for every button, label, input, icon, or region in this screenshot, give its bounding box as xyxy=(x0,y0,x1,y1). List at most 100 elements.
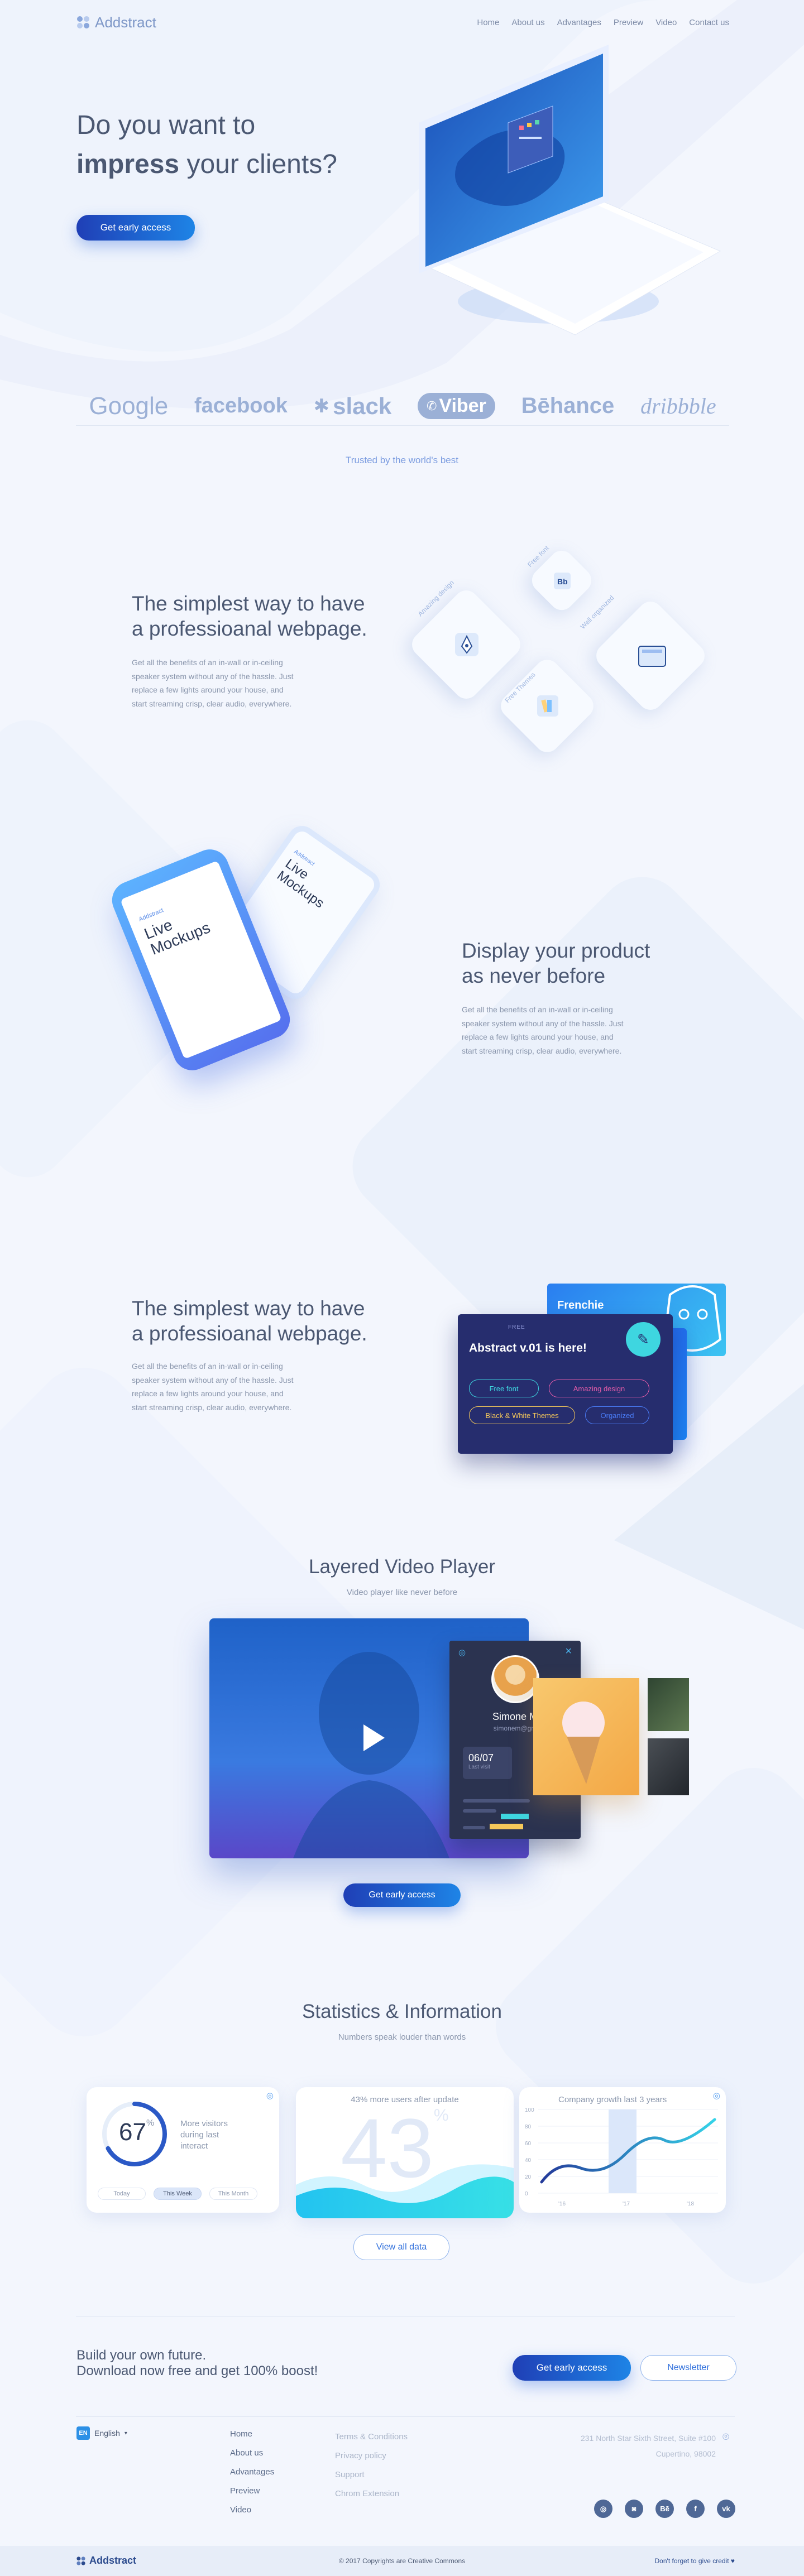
growth-chart: 100 80 60 40 20 0 '16 '17 '18 xyxy=(525,2107,718,2207)
icecream-badge-icon: ✎ xyxy=(626,1322,661,1357)
feature1-tiles: Bb Amazing design Free font Well organiz… xyxy=(391,525,737,792)
logo-slack-text: slack xyxy=(333,392,392,419)
footer-link-home[interactable]: Home xyxy=(230,2425,274,2444)
y-tick-label: 100 xyxy=(525,2107,534,2113)
gauge-label: More visitors during last interact xyxy=(180,2119,228,2151)
y-tick-label: 60 xyxy=(525,2141,532,2147)
icecream-icon xyxy=(562,1702,605,1784)
feature2-phones: Addstract Live Mockups Addstract Live Mo… xyxy=(106,815,408,1105)
cta-line2: Download now free and get 100% boost! xyxy=(76,2363,318,2378)
range-month[interactable]: This Month xyxy=(209,2188,257,2200)
date-box: 06/07 Last visit xyxy=(463,1747,512,1779)
feature2-title-line2: as never before xyxy=(462,964,606,987)
logo-viber: ✆ Viber xyxy=(417,393,495,419)
tag-organized[interactable]: Organized xyxy=(585,1406,649,1424)
nav-item-advantages[interactable]: Advantages xyxy=(557,18,601,27)
tag-amazing-design[interactable]: Amazing design xyxy=(549,1380,649,1397)
phone-back-title: Live Mockups xyxy=(274,856,327,911)
info-icon[interactable]: ◎ xyxy=(266,2090,274,2101)
nav-item-preview[interactable]: Preview xyxy=(614,18,643,27)
chevron-down-icon: ▾ xyxy=(124,2430,127,2436)
nav-item-about[interactable]: About us xyxy=(511,18,544,27)
brand-logo[interactable]: Addstract xyxy=(76,14,156,31)
nav-item-home[interactable]: Home xyxy=(477,18,499,27)
play-button[interactable] xyxy=(353,1720,389,1756)
laptop-illustration xyxy=(419,45,721,335)
dribbble-icon[interactable]: ◎ xyxy=(594,2500,612,2518)
range-week[interactable]: This Week xyxy=(154,2188,202,2200)
footer-divider xyxy=(76,2416,735,2417)
location-pin-icon: ⌾ xyxy=(722,2431,729,2443)
tag-bw-themes[interactable]: Black & White Themes xyxy=(469,1406,575,1424)
feature1-body: Get all the benefits of an in-wall or in… xyxy=(132,658,294,708)
address-line2: Cupertino, 98002 xyxy=(655,2449,716,2458)
footer-link-preview[interactable]: Preview xyxy=(230,2482,274,2501)
cta-divider xyxy=(76,2316,735,2317)
growth-card: ◎ Company growth last 3 years 100 80 60 40 2… xyxy=(519,2087,726,2213)
view-all-button[interactable]: View all data xyxy=(353,2234,449,2260)
video-title: Layered Video Player xyxy=(308,1556,496,1578)
feature3-title: The simplest way to have a professioanal… xyxy=(132,1296,367,1346)
x-tick-label: '18 xyxy=(687,2201,694,2207)
behance-icon[interactable]: Bē xyxy=(655,2500,674,2518)
header: Addstract Home About us Advantages Previ… xyxy=(76,12,729,32)
footer-links-1: Home About us Advantages Preview Video xyxy=(230,2425,274,2520)
facebook-icon[interactable]: f xyxy=(686,2500,705,2518)
users-card: 43% more users after update 43 % xyxy=(296,2087,514,2218)
range-today[interactable]: Today xyxy=(98,2188,146,2200)
hero-title: Do you want to impress your clients? xyxy=(76,106,337,184)
highlight-band xyxy=(609,2109,636,2193)
language-select[interactable]: EN English ▾ xyxy=(76,2426,127,2440)
cta-text: Build your own future. Download now free… xyxy=(76,2348,318,2379)
feature2-title-line1: Display your product xyxy=(462,939,650,962)
hero-cta-button[interactable]: Get early access xyxy=(76,215,195,241)
logo-facebook: facebook xyxy=(194,394,288,417)
footer-link-terms[interactable]: Terms & Conditions xyxy=(335,2428,408,2447)
feature1-title: The simplest way to have a professioanal… xyxy=(132,591,367,641)
thumb-plant xyxy=(648,1678,689,1731)
stats-subtitle: Numbers speak louder than words xyxy=(338,2032,466,2042)
users-unit: % xyxy=(433,2106,449,2125)
text-lines xyxy=(463,1799,547,1832)
footer-link-about[interactable]: About us xyxy=(230,2444,274,2463)
bottom-bar: Addstract © 2017 Copyrights are Creative… xyxy=(0,2546,804,2576)
gauge-number: 67 xyxy=(119,2118,146,2146)
font-icon: Bb xyxy=(554,573,571,589)
language-badge: EN xyxy=(76,2426,90,2440)
brand-name: Addstract xyxy=(95,13,156,31)
address-line1: 231 North Star Sixth Street, Suite #100 xyxy=(580,2434,716,2443)
video-cta-button[interactable]: Get early access xyxy=(343,1883,461,1907)
release-card: FREE Abstract v.01 is here! ✎ Free font … xyxy=(458,1314,673,1454)
feature3-body: Get all the benefits of an in-wall or in… xyxy=(132,1362,294,1412)
gauge-unit: % xyxy=(146,2118,155,2128)
feature2-title: Display your product as never before xyxy=(462,938,650,988)
info-icon[interactable]: ◎ xyxy=(458,1647,466,1657)
language-label: English xyxy=(94,2429,120,2438)
hero-line1: Do you want to xyxy=(76,110,256,140)
play-icon xyxy=(363,1724,385,1751)
avatar xyxy=(491,1655,539,1703)
feature2-body: Get all the benefits of an in-wall or in… xyxy=(462,1005,624,1055)
tile-label-organized: Well organized xyxy=(578,594,616,631)
footer-link-support[interactable]: Support xyxy=(335,2466,408,2484)
logo-slack: ✱ slack xyxy=(314,393,392,420)
tag-free-font[interactable]: Free font xyxy=(469,1380,539,1397)
newsletter-button[interactable]: Newsletter xyxy=(640,2355,736,2381)
footer-link-privacy[interactable]: Privacy policy xyxy=(335,2447,408,2466)
cta-primary-button[interactable]: Get early access xyxy=(513,2355,631,2381)
range-tabs: Today This Week This Month xyxy=(98,2188,257,2200)
footer-link-video[interactable]: Video xyxy=(230,2501,274,2520)
thumb-room xyxy=(648,1738,689,1795)
footer-link-extension[interactable]: Chrom Extension xyxy=(335,2484,408,2503)
slack-icon: ✱ xyxy=(313,395,330,417)
logo-icon xyxy=(77,16,89,28)
x-tick-label: '17 xyxy=(623,2201,630,2207)
footer-link-advantages[interactable]: Advantages xyxy=(230,2463,274,2482)
date-label: Last visit xyxy=(468,1764,490,1770)
nav-item-video[interactable]: Video xyxy=(655,18,677,27)
nav-item-contact[interactable]: Contact us xyxy=(689,18,729,27)
close-icon[interactable]: × xyxy=(565,1645,572,1658)
vk-icon[interactable]: vk xyxy=(717,2500,735,2518)
instagram-icon[interactable]: ◙ xyxy=(625,2500,643,2518)
logo-tagline: Trusted by the world's best xyxy=(346,455,458,465)
